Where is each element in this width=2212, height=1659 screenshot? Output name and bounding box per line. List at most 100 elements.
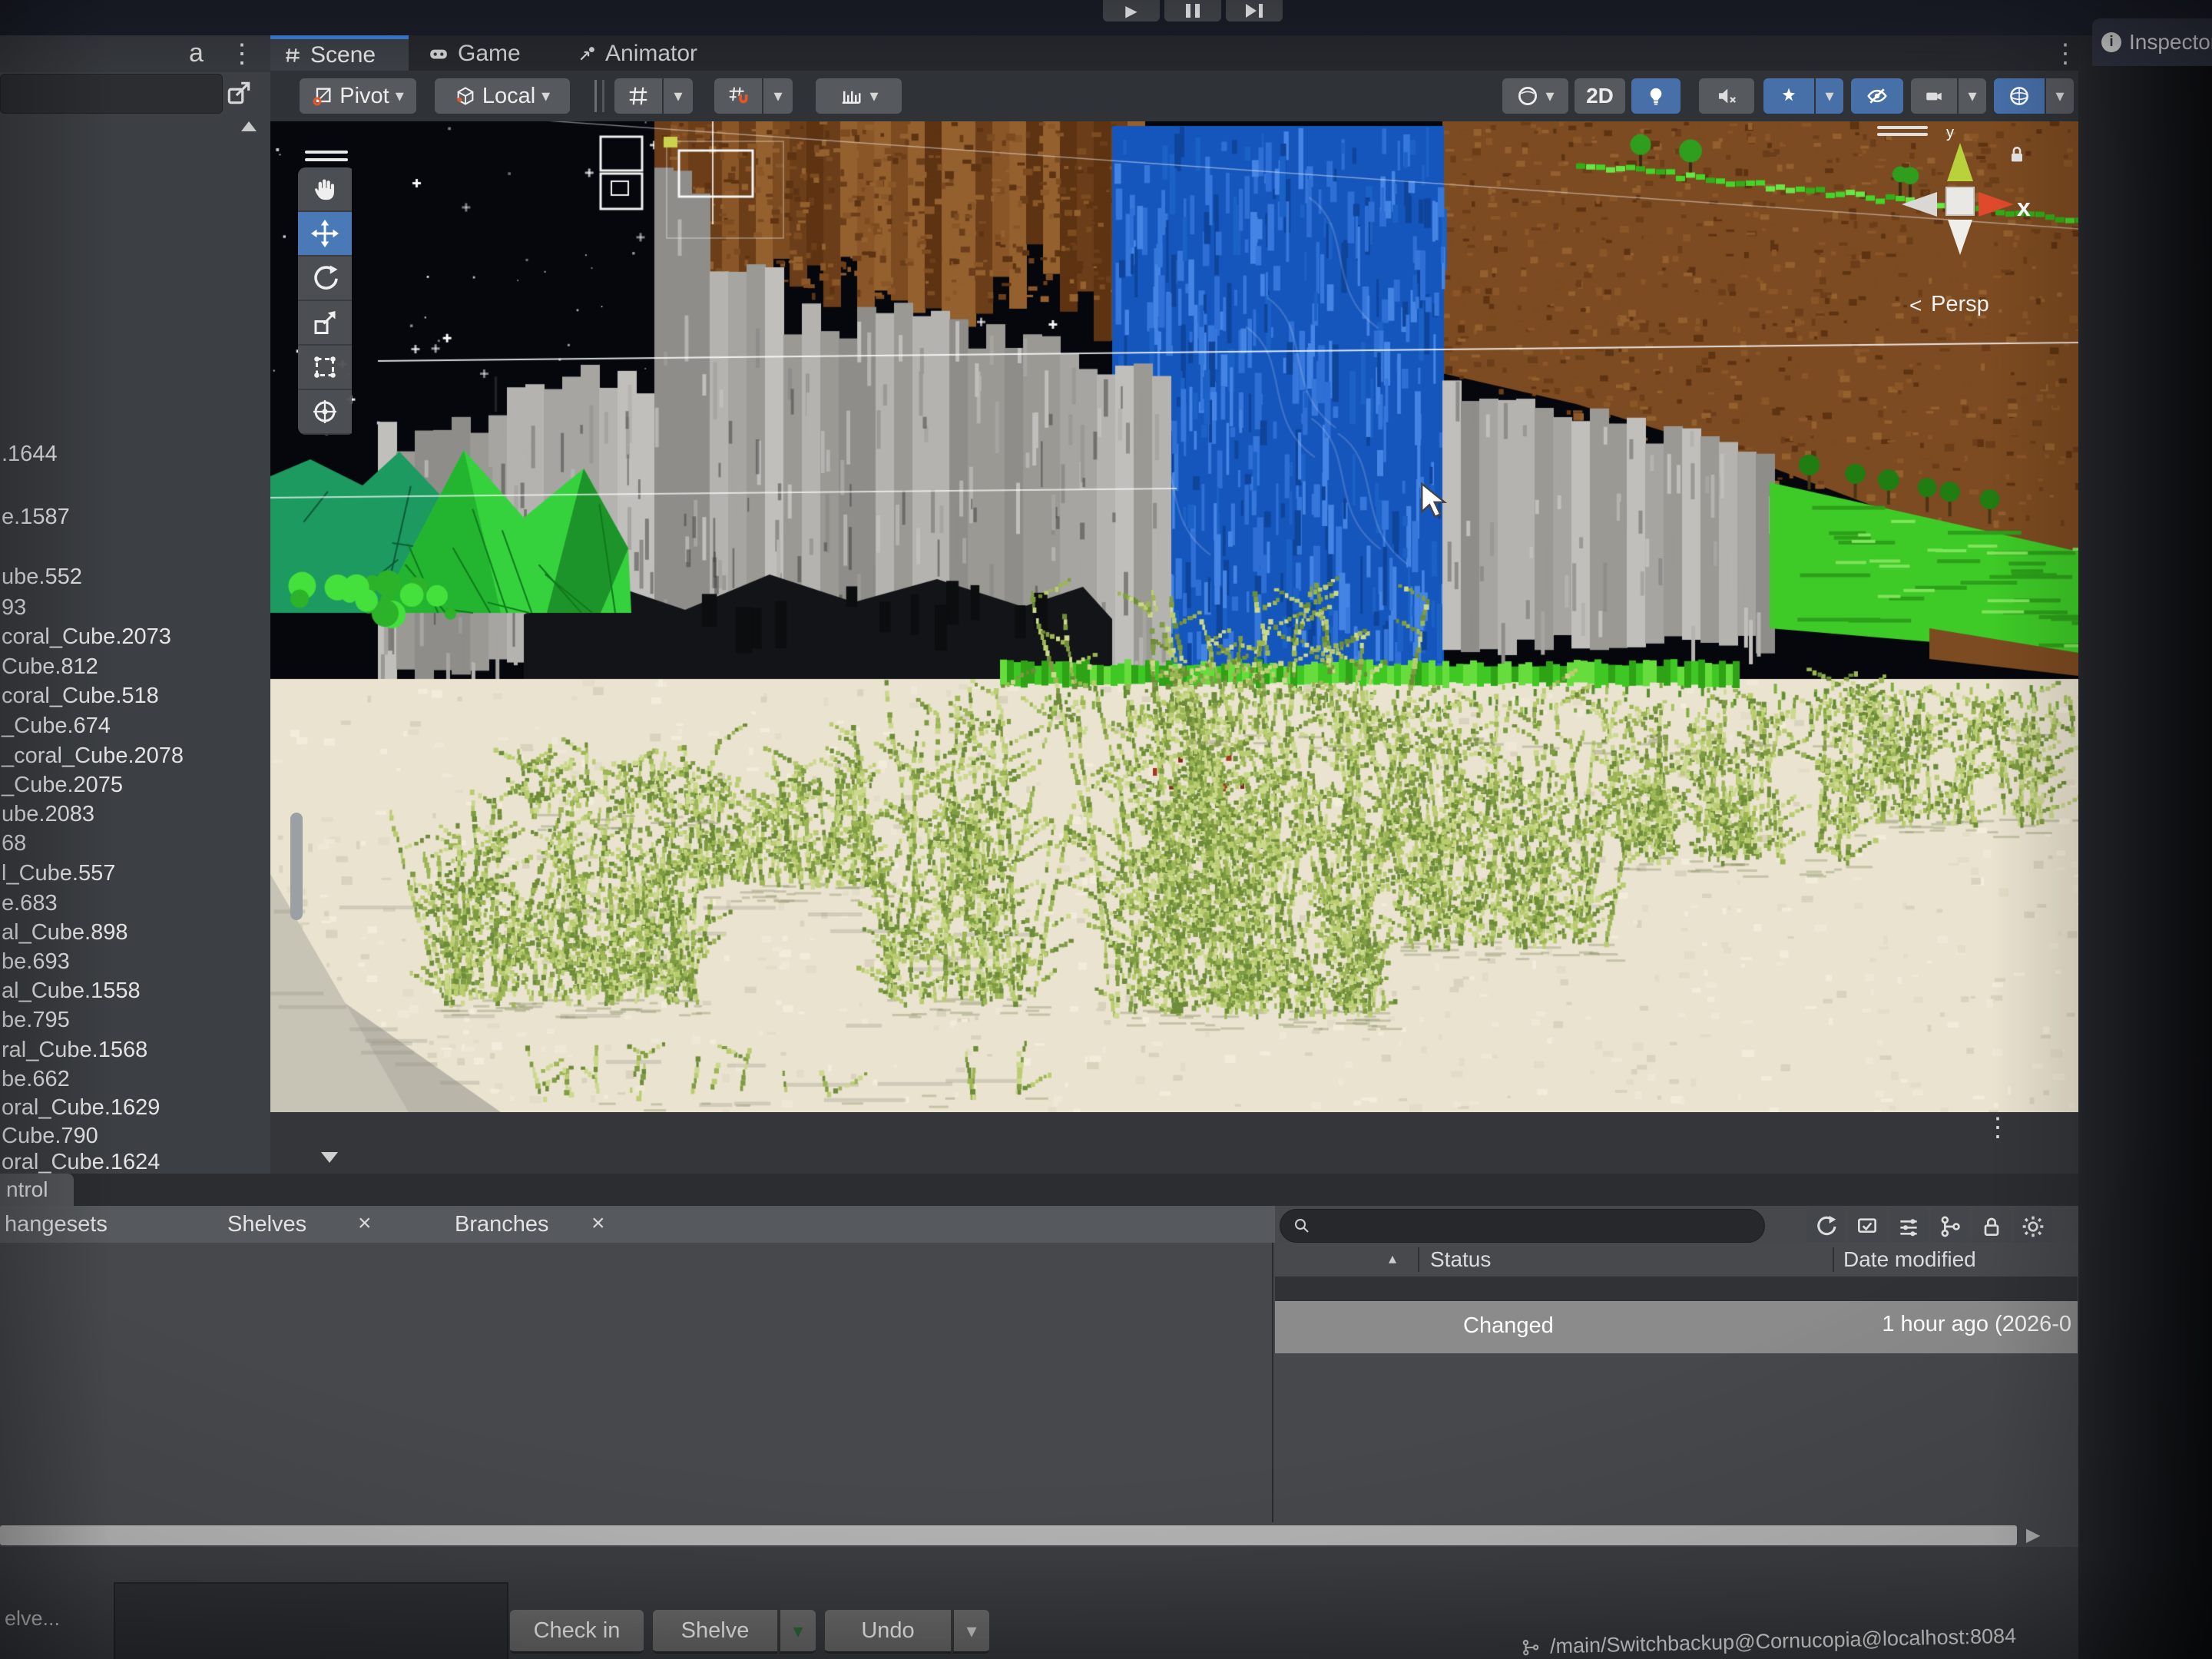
lock-button[interactable]	[1972, 1207, 2011, 1246]
table-row[interactable]: Changed 1 hour ago (2026-0	[1275, 1301, 2078, 1353]
hierarchy-item[interactable]: ube.2083	[2, 802, 94, 827]
undo-label: Undo	[861, 1618, 914, 1644]
hierarchy-item[interactable]: Cube.790	[2, 1124, 98, 1149]
persp-label[interactable]: Persp	[1931, 292, 1989, 317]
tab-game[interactable]: Game	[427, 37, 521, 71]
hierarchy-item[interactable]: coral_Cube.2073	[2, 624, 171, 650]
pane-divider[interactable]	[1272, 1243, 1273, 1522]
changesets-list-button[interactable]	[1889, 1207, 1928, 1246]
scene-effects-dropdown[interactable]: ▾	[1816, 78, 1843, 114]
hierarchy-item[interactable]: be.693	[2, 949, 70, 975]
scene-lighting-toggle[interactable]	[1631, 78, 1681, 114]
chevron-down-icon: ▾	[793, 1621, 803, 1641]
undo-dropdown[interactable]: ▾	[952, 1610, 989, 1654]
hierarchy-item[interactable]: Cube.812	[2, 654, 98, 680]
search-icon	[1293, 1217, 1311, 1235]
local-dropdown[interactable]: Local ▾	[435, 78, 570, 114]
horizontal-scrollbar[interactable]	[0, 1525, 2017, 1545]
hierarchy-item[interactable]: oral_Cube.1629	[2, 1095, 160, 1121]
rotate-tool[interactable]	[298, 257, 352, 301]
search-input[interactable]	[1280, 1209, 1765, 1243]
drag-handle-icon[interactable]	[1877, 126, 1928, 136]
scene-panel-menu-icon[interactable]: ⋮	[2052, 38, 2078, 69]
scroll-right-icon[interactable]: ▶	[2026, 1524, 2040, 1546]
gear-icon[interactable]	[2014, 1207, 2052, 1246]
hierarchy-item[interactable]: oral_Cube.1624	[2, 1150, 160, 1175]
scene-footer-menu-icon[interactable]: ⋮	[1985, 1112, 2011, 1143]
tab-inspector[interactable]: i Inspector	[2092, 18, 2212, 66]
snap-magnet-dropdown[interactable]: ▾	[763, 78, 793, 114]
play-button[interactable]: ▶	[1103, 0, 1160, 22]
check-in-label: Check in	[534, 1618, 621, 1644]
unity-editor-window: ⋮ ▶ a ⋮ .1644e.1587ube.55293coral_Cube.2…	[0, 0, 2212, 1659]
tab-scene[interactable]: Scene	[270, 35, 409, 71]
branch-tree-button[interactable]	[1931, 1207, 1969, 1246]
pivot-dropdown[interactable]: Pivot ▾	[300, 78, 416, 114]
step-button[interactable]	[1226, 0, 1283, 22]
hierarchy-item[interactable]: ube.552	[2, 565, 82, 590]
grid-snap-dropdown[interactable]: ▾	[664, 78, 693, 114]
grid-snap-button[interactable]	[614, 78, 662, 114]
hierarchy-scrollbar-thumb[interactable]	[290, 813, 303, 920]
refresh-button[interactable]	[1806, 1207, 1845, 1246]
close-icon[interactable]: ×	[358, 1210, 372, 1237]
hierarchy-item[interactable]: al_Cube.898	[2, 920, 127, 945]
tab-version-control[interactable]: ntrol	[0, 1174, 74, 1206]
hierarchy-item[interactable]: coral_Cube.518	[2, 684, 159, 709]
shading-mode-dropdown[interactable]: ▾	[1502, 78, 1568, 114]
photo-right-edge	[2078, 35, 2212, 1659]
pending-list-box[interactable]	[114, 1582, 508, 1659]
scene-visibility-toggle[interactable]	[1851, 78, 1903, 114]
scale-tool[interactable]	[298, 301, 352, 346]
scroll-down-icon[interactable]	[321, 1152, 338, 1163]
hierarchy-item[interactable]: e.683	[2, 891, 58, 916]
hierarchy-item[interactable]: al_Cube.1558	[2, 979, 141, 1004]
hierarchy-item[interactable]: .1644	[2, 442, 58, 467]
check-in-button[interactable]: Check in	[510, 1610, 644, 1654]
undo-button[interactable]: Undo	[825, 1610, 951, 1654]
close-icon[interactable]: ×	[591, 1210, 605, 1237]
scene-camera-button[interactable]	[1911, 78, 1957, 114]
tab-shelves[interactable]: Shelves	[227, 1212, 306, 1237]
shelve-dropdown[interactable]: ▾	[779, 1610, 816, 1654]
2d-toggle-button[interactable]: 2D	[1575, 78, 1625, 114]
scene-audio-muted-toggle[interactable]	[1699, 78, 1754, 114]
hierarchy-item[interactable]: be.795	[2, 1008, 70, 1033]
hierarchy-item[interactable]: ral_Cube.1568	[2, 1038, 147, 1063]
hierarchy-item[interactable]: _Cube.674	[2, 714, 111, 739]
checkin-monitor-button[interactable]	[1848, 1207, 1886, 1246]
view-hand-tool[interactable]	[298, 167, 352, 212]
hierarchy-item[interactable]: e.1587	[2, 505, 70, 530]
column-divider	[1418, 1247, 1419, 1272]
scene-viewport[interactable]	[270, 121, 2078, 1112]
column-header-date-modified[interactable]: Date modified	[1843, 1247, 1976, 1272]
shelve-button[interactable]: Shelve	[653, 1610, 777, 1654]
branch-icon	[1521, 1637, 1541, 1657]
move-tool[interactable]	[298, 212, 352, 257]
tab-branches[interactable]: Branches	[455, 1212, 549, 1237]
scene-gizmos-toggle[interactable]	[1994, 78, 2045, 114]
snap-magnet-button[interactable]	[714, 78, 762, 114]
hierarchy-item[interactable]: _Cube.2075	[2, 773, 123, 798]
drag-handle-icon[interactable]	[305, 151, 348, 161]
tab-changesets[interactable]: hangesets	[5, 1212, 108, 1237]
hierarchy-item[interactable]: be.662	[2, 1067, 70, 1092]
rect-tool[interactable]	[298, 346, 352, 390]
hierarchy-panel: a ⋮ .1644e.1587ube.55293coral_Cube.2073C…	[0, 35, 270, 1174]
pause-icon	[1186, 4, 1190, 18]
scene-effects-toggle[interactable]	[1763, 78, 1814, 114]
hierarchy-item[interactable]: l_Cube.557	[2, 861, 115, 886]
scene-camera-dropdown[interactable]: ▾	[1959, 78, 1986, 114]
transform-tool[interactable]	[298, 390, 352, 435]
sort-asc-icon[interactable]: ▴	[1389, 1249, 1396, 1268]
snap-increment-dropdown[interactable]: ▾	[816, 78, 902, 114]
gizmo-lock-icon[interactable]	[2006, 143, 2028, 166]
tab-animator[interactable]: Animator	[578, 37, 697, 71]
version-control-tab-row	[0, 1174, 2078, 1206]
column-header-status[interactable]: Status	[1430, 1247, 1491, 1272]
hierarchy-item[interactable]: 93	[2, 595, 26, 621]
hierarchy-item[interactable]: 68	[2, 831, 26, 856]
scene-gizmos-dropdown[interactable]: ▾	[2046, 78, 2074, 114]
pause-button[interactable]	[1164, 0, 1221, 22]
hierarchy-item[interactable]: _coral_Cube.2078	[2, 743, 184, 769]
